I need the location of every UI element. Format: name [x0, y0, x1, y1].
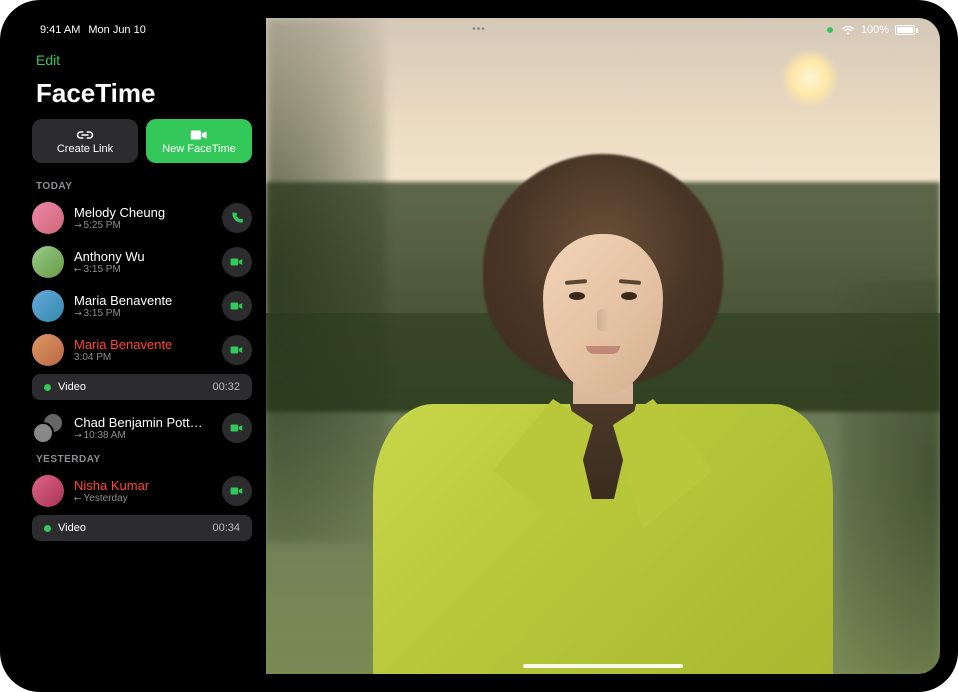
outgoing-icon: ↗	[71, 219, 84, 232]
call-phone-button[interactable]	[222, 203, 252, 233]
new-facetime-label: New FaceTime	[162, 143, 236, 155]
call-list-today: Melody Cheung ↗5:25 PM Anthony Wu ↗3:15 …	[18, 196, 266, 450]
status-bar: 9:41 AM Mon Jun 10 ••• 100%	[18, 18, 940, 42]
avatar	[32, 475, 64, 507]
call-time: 3:04 PM	[74, 352, 212, 363]
video-icon	[230, 343, 244, 357]
self-preview-person	[373, 124, 833, 674]
video-icon	[230, 299, 244, 313]
avatar-group	[32, 412, 64, 444]
call-time: ↗3:15 PM	[74, 264, 212, 275]
call-item[interactable]: Melody Cheung ↗5:25 PM	[18, 196, 266, 240]
call-item[interactable]: Maria Benavente ↗3:15 PM	[18, 284, 266, 328]
wifi-icon	[841, 25, 855, 35]
call-video-button[interactable]	[222, 476, 252, 506]
outgoing-icon: ↗	[71, 307, 84, 320]
section-yesterday: Yesterday	[18, 450, 266, 469]
recording-row[interactable]: Video 00:34	[32, 515, 252, 541]
status-time: 9:41 AM	[40, 24, 80, 36]
home-indicator[interactable]	[523, 664, 683, 668]
camera-indicator-icon	[827, 27, 833, 33]
call-item[interactable]: Maria Benavente 3:04 PM	[18, 328, 266, 372]
call-item[interactable]: Nisha Kumar ↗Yesterday	[18, 469, 266, 513]
video-icon	[230, 484, 244, 498]
incoming-icon: ↗	[71, 263, 84, 276]
screen: 9:41 AM Mon Jun 10 ••• 100% Edit FaceTim…	[18, 18, 940, 674]
ipad-frame: 9:41 AM Mon Jun 10 ••• 100% Edit FaceTim…	[0, 0, 958, 692]
call-name: Maria Benavente	[74, 293, 212, 308]
video-icon	[230, 255, 244, 269]
recording-label: Video	[58, 522, 86, 534]
link-icon	[76, 128, 94, 142]
battery-percent: 100%	[861, 24, 889, 36]
recording-duration: 00:32	[212, 381, 240, 393]
avatar	[32, 334, 64, 366]
app-title: FaceTime	[18, 74, 266, 119]
multitask-indicator-icon[interactable]: •••	[472, 24, 486, 35]
phone-icon	[230, 211, 244, 225]
call-video-button[interactable]	[222, 291, 252, 321]
video-icon	[190, 128, 208, 142]
call-video-button[interactable]	[222, 413, 252, 443]
call-time: ↗3:15 PM	[74, 308, 212, 319]
call-name: Maria Benavente	[74, 337, 212, 352]
avatar	[32, 290, 64, 322]
section-today: Today	[18, 177, 266, 196]
create-link-label: Create Link	[57, 143, 113, 155]
call-item[interactable]: Anthony Wu ↗3:15 PM	[18, 240, 266, 284]
recording-row[interactable]: Video 00:32	[32, 374, 252, 400]
call-time: ↗10:38 AM	[74, 430, 212, 441]
battery-icon	[895, 25, 918, 35]
recording-dot-icon	[44, 384, 51, 391]
video-icon	[230, 421, 244, 435]
call-item[interactable]: Chad Benjamin Pott… ↗10:38 AM	[18, 406, 266, 450]
call-time: ↗5:25 PM	[74, 220, 212, 231]
call-name: Chad Benjamin Pott…	[74, 415, 212, 430]
camera-preview[interactable]	[266, 18, 940, 674]
call-name: Anthony Wu	[74, 249, 212, 264]
recording-label: Video	[58, 381, 86, 393]
outgoing-icon: ↗	[71, 429, 84, 442]
new-facetime-button[interactable]: New FaceTime	[146, 119, 252, 163]
call-time: ↗Yesterday	[74, 493, 212, 504]
call-name: Melody Cheung	[74, 205, 212, 220]
avatar	[32, 202, 64, 234]
create-link-button[interactable]: Create Link	[32, 119, 138, 163]
edit-button[interactable]: Edit	[18, 46, 266, 74]
call-video-button[interactable]	[222, 335, 252, 365]
status-date: Mon Jun 10	[88, 24, 145, 36]
incoming-icon: ↗	[71, 492, 84, 505]
call-name: Nisha Kumar	[74, 478, 212, 493]
recording-dot-icon	[44, 525, 51, 532]
call-list-yesterday: Nisha Kumar ↗Yesterday Video 00:34	[18, 469, 266, 547]
recording-duration: 00:34	[212, 522, 240, 534]
call-video-button[interactable]	[222, 247, 252, 277]
sidebar: Edit FaceTime Create Link New FaceTime T…	[18, 18, 266, 674]
avatar	[32, 246, 64, 278]
